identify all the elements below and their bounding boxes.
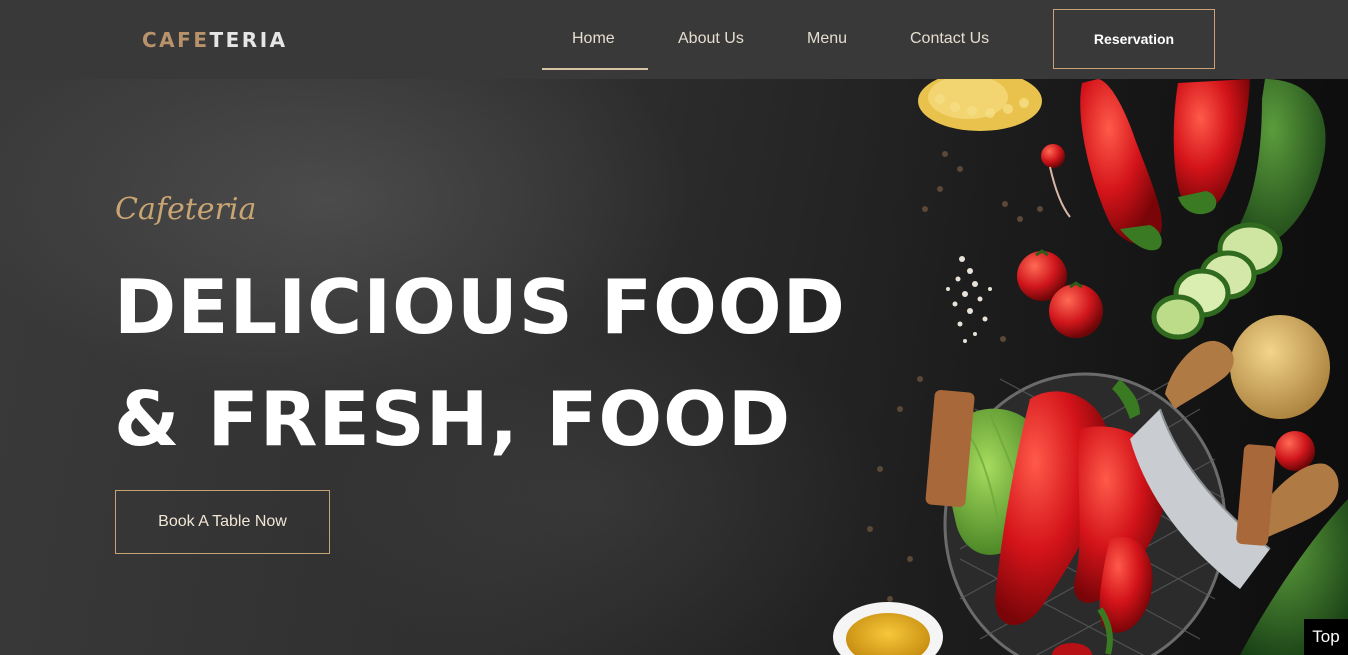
hero-headline-line1: DELICIOUS FOOD: [114, 263, 846, 351]
hero-section: Cafeteria DELICIOUS FOOD & FRESH, FOOD B…: [0, 79, 1348, 655]
hero-script-label: Cafeteria: [115, 192, 257, 227]
hero-headline: DELICIOUS FOOD & FRESH, FOOD: [114, 251, 846, 475]
nav-about-us[interactable]: About Us: [678, 28, 744, 50]
logo-text-part1: CAFE: [142, 28, 210, 52]
active-nav-indicator: [542, 68, 648, 70]
book-table-button[interactable]: Book A Table Now: [115, 490, 330, 554]
nav-contact-us[interactable]: Contact Us: [910, 28, 989, 50]
scroll-top-button[interactable]: Top: [1304, 619, 1348, 655]
reservation-button[interactable]: Reservation: [1053, 9, 1215, 69]
logo-text-part2: TERIA: [209, 28, 288, 52]
nav-menu[interactable]: Menu: [807, 28, 847, 50]
navbar: CAFETERIA Home About Us Menu Contact Us …: [0, 0, 1348, 79]
hero-headline-line2: & FRESH, FOOD: [114, 375, 792, 463]
nav-home[interactable]: Home: [572, 28, 615, 50]
site-logo[interactable]: CAFETERIA: [142, 28, 288, 52]
